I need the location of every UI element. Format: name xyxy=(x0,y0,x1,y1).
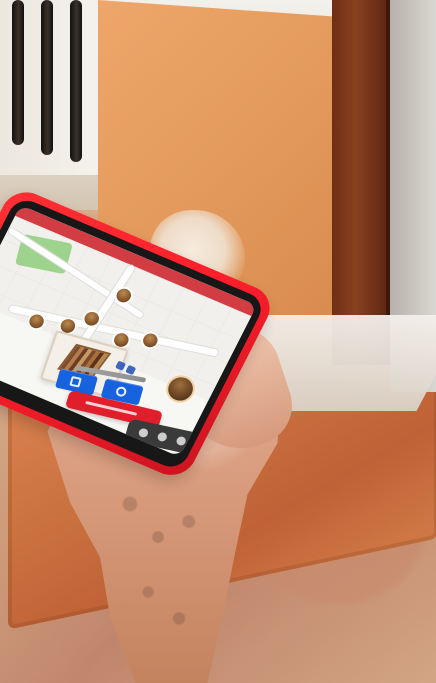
square-icon xyxy=(69,375,82,388)
wooden-door-frame xyxy=(332,0,398,365)
info-icon xyxy=(115,360,127,371)
nav-icon[interactable] xyxy=(175,435,187,447)
railing-bar xyxy=(70,0,82,162)
photo-scene xyxy=(0,0,436,683)
nav-icon[interactable] xyxy=(156,431,168,443)
bottom-navigation-bar xyxy=(123,418,200,456)
nav-icon[interactable] xyxy=(137,427,150,439)
button-label-blur xyxy=(85,400,138,416)
left-railing-area xyxy=(0,0,105,175)
arm-hair-texture xyxy=(102,460,242,680)
circle-icon xyxy=(114,385,128,398)
railing-bar xyxy=(12,0,24,145)
railing-bar xyxy=(41,0,53,155)
